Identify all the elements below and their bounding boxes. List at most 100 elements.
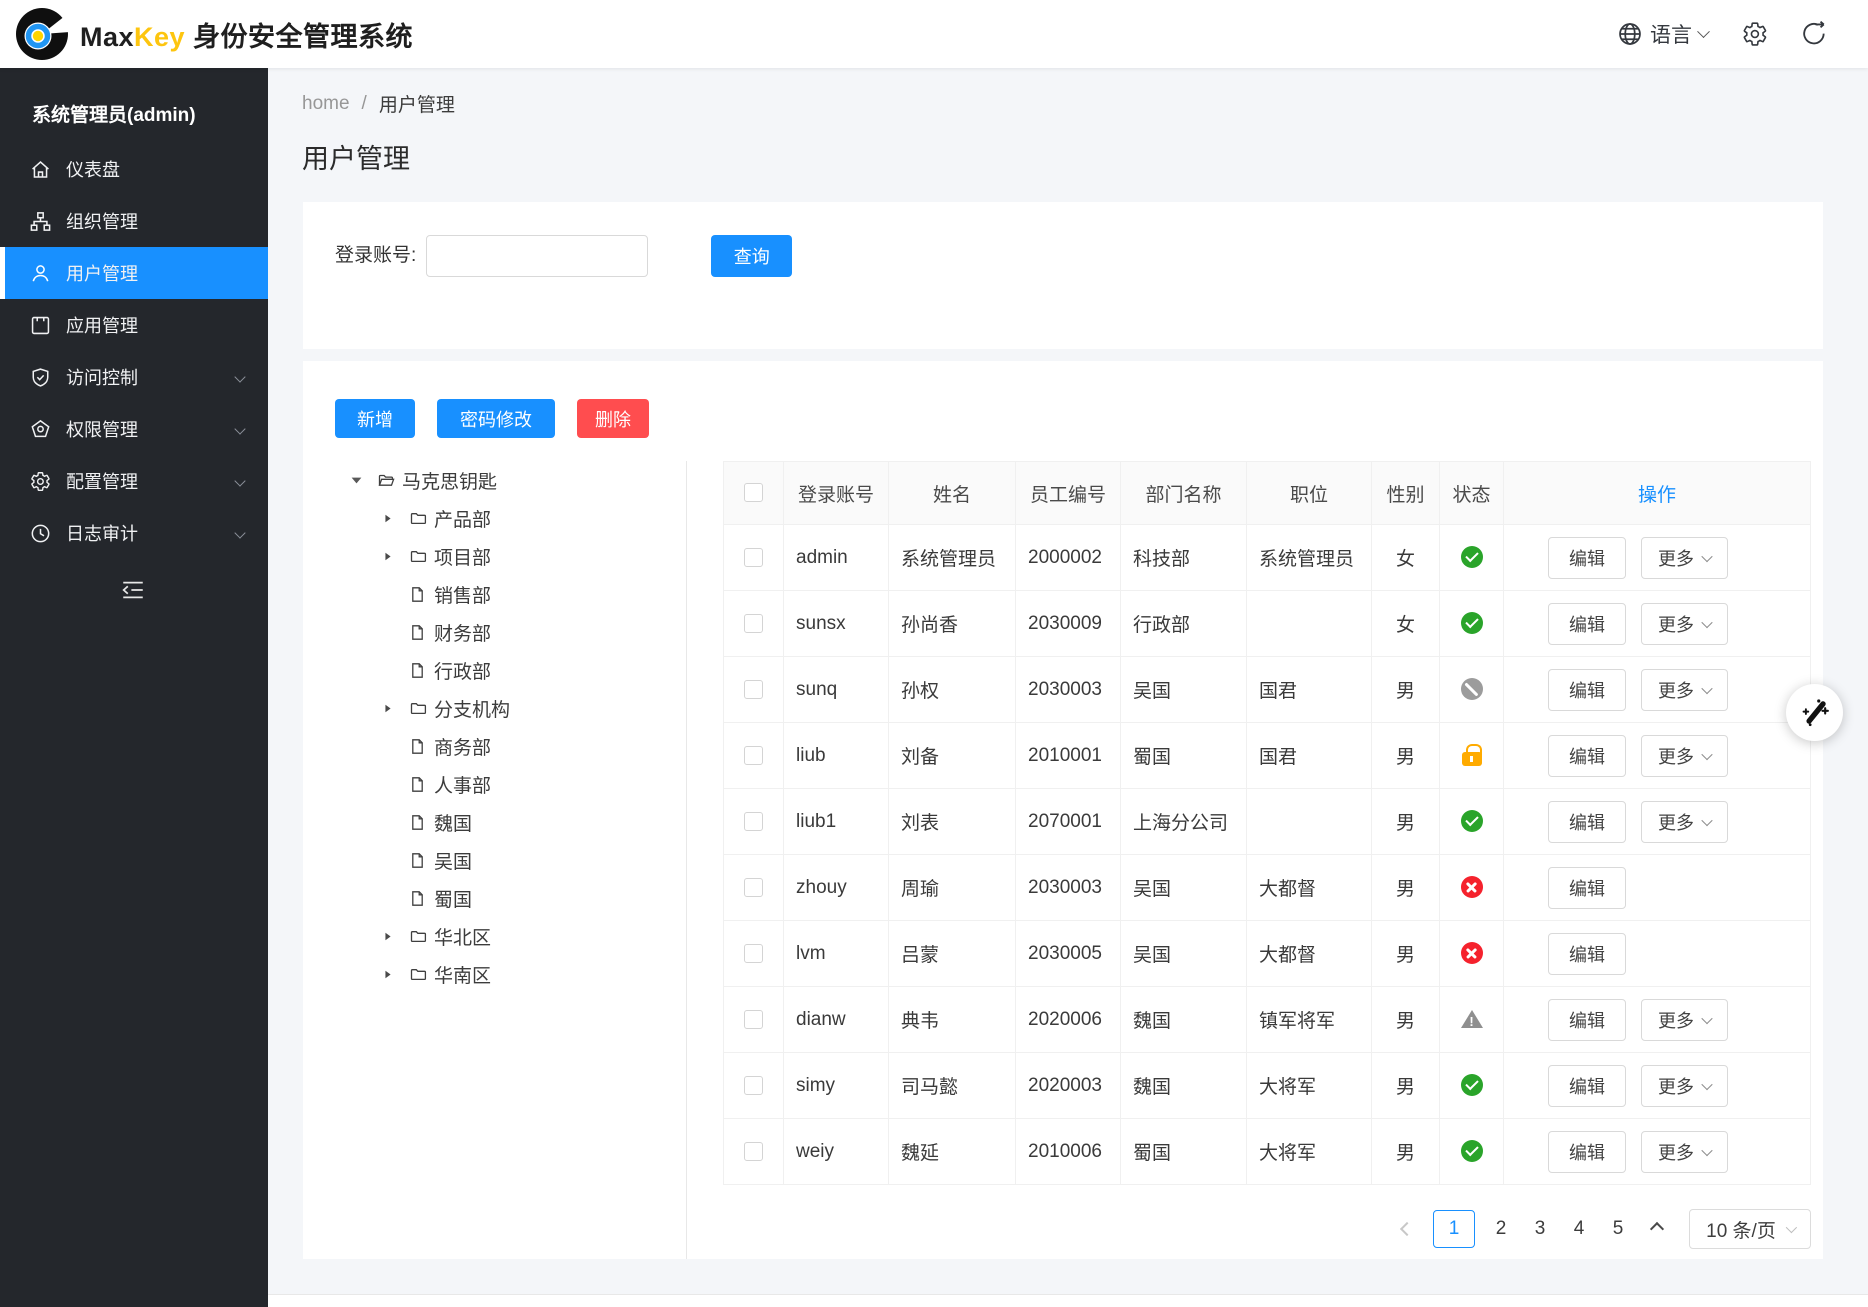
more-button[interactable]: 更多: [1641, 1131, 1728, 1173]
sidebar-item-organizations[interactable]: 组织管理: [0, 195, 268, 247]
cell-position: [1247, 591, 1372, 657]
tree-node[interactable]: 吴国: [303, 841, 686, 879]
tree-node[interactable]: 财务部: [303, 613, 686, 651]
pagination: 1 2 3 4 5 10 条/页: [723, 1209, 1811, 1249]
page-size-select[interactable]: 10 条/页: [1689, 1209, 1811, 1249]
cell-name: 司马懿: [889, 1053, 1016, 1119]
next-page-button[interactable]: [1644, 1210, 1670, 1248]
tree-node[interactable]: 商务部: [303, 727, 686, 765]
row-checkbox[interactable]: [744, 1010, 763, 1029]
row-checkbox[interactable]: [744, 746, 763, 765]
table-row: liub1 刘表 2070001 上海分公司 男 编辑更多: [724, 789, 1811, 855]
more-button[interactable]: 更多: [1641, 1065, 1728, 1107]
caret-down-icon[interactable]: [350, 472, 377, 488]
file-icon: [409, 889, 429, 907]
add-button[interactable]: 新增: [335, 399, 415, 438]
folder-icon: [409, 547, 429, 565]
row-checkbox[interactable]: [744, 944, 763, 963]
caret-right-icon[interactable]: [382, 966, 409, 982]
tree-node[interactable]: 华南区: [303, 955, 686, 993]
edit-button[interactable]: 编辑: [1548, 735, 1626, 777]
page-button-2[interactable]: 2: [1488, 1210, 1514, 1248]
more-button[interactable]: 更多: [1641, 999, 1728, 1041]
row-checkbox[interactable]: [744, 1076, 763, 1095]
tree-node[interactable]: 蜀国: [303, 879, 686, 917]
edit-button[interactable]: 编辑: [1548, 669, 1626, 711]
row-checkbox[interactable]: [744, 812, 763, 831]
tree-node[interactable]: 马克思钥匙: [303, 461, 686, 499]
select-all-checkbox[interactable]: [744, 483, 763, 502]
change-password-button[interactable]: 密码修改: [437, 399, 555, 438]
caret-right-icon[interactable]: [382, 510, 409, 526]
caret-spacer: [382, 776, 409, 792]
edit-button[interactable]: 编辑: [1548, 801, 1626, 843]
cell-department: 吴国: [1121, 855, 1247, 921]
tree-node[interactable]: 华北区: [303, 917, 686, 955]
cell-name: 典韦: [889, 987, 1016, 1053]
login-account-input[interactable]: [426, 235, 648, 277]
cell-department: 上海分公司: [1121, 789, 1247, 855]
row-checkbox[interactable]: [744, 680, 763, 699]
sidebar-item-dashboard[interactable]: 仪表盘: [0, 143, 268, 195]
sidebar-item-permissions[interactable]: 权限管理: [0, 403, 268, 455]
tree-node[interactable]: 产品部: [303, 499, 686, 537]
cell-gender: 男: [1372, 657, 1440, 723]
language-menu[interactable]: 语言: [1617, 19, 1708, 49]
edit-button[interactable]: 编辑: [1548, 1131, 1626, 1173]
page-button-5[interactable]: 5: [1605, 1210, 1631, 1248]
tree-node[interactable]: 行政部: [303, 651, 686, 689]
sidebar-item-access-control[interactable]: 访问控制: [0, 351, 268, 403]
delete-button[interactable]: 删除: [577, 399, 649, 438]
more-button[interactable]: 更多: [1641, 537, 1728, 579]
edit-button[interactable]: 编辑: [1548, 537, 1626, 579]
more-button[interactable]: 更多: [1641, 735, 1728, 777]
more-button[interactable]: 更多: [1641, 801, 1728, 843]
edit-button[interactable]: 编辑: [1548, 999, 1626, 1041]
edit-button[interactable]: 编辑: [1548, 867, 1626, 909]
more-button[interactable]: 更多: [1641, 603, 1728, 645]
folder-icon: [409, 699, 429, 717]
floating-wand-button[interactable]: [1786, 684, 1843, 741]
caret-right-icon[interactable]: [382, 928, 409, 944]
query-button[interactable]: 查询: [711, 235, 792, 277]
edit-button[interactable]: 编辑: [1548, 933, 1626, 975]
edit-button[interactable]: 编辑: [1548, 603, 1626, 645]
sidebar-item-users[interactable]: 用户管理: [0, 247, 268, 299]
cell-account: sunsx: [784, 591, 889, 657]
page-button-3[interactable]: 3: [1527, 1210, 1553, 1248]
status-active-icon: [1461, 1074, 1483, 1096]
caret-right-icon[interactable]: [382, 700, 409, 716]
sidebar-item-configuration[interactable]: 配置管理: [0, 455, 268, 507]
sidebar-collapse-toggle[interactable]: [0, 569, 268, 611]
row-checkbox[interactable]: [744, 1142, 763, 1161]
users-table: 登录账号 姓名 员工编号 部门名称 职位 性别 状态 操作: [723, 461, 1811, 1185]
page-button-4[interactable]: 4: [1566, 1210, 1592, 1248]
prev-page-button[interactable]: [1394, 1210, 1420, 1248]
breadcrumb-home-link[interactable]: home: [302, 93, 350, 115]
more-button[interactable]: 更多: [1641, 669, 1728, 711]
tree-node[interactable]: 分支机构: [303, 689, 686, 727]
row-checkbox[interactable]: [744, 878, 763, 897]
cell-department: 吴国: [1121, 921, 1247, 987]
row-checkbox[interactable]: [744, 614, 763, 633]
edit-button[interactable]: 编辑: [1548, 1065, 1626, 1107]
caret-right-icon[interactable]: [382, 548, 409, 564]
sidebar-item-applications[interactable]: 应用管理: [0, 299, 268, 351]
breadcrumb-current: 用户管理: [379, 90, 455, 117]
tree-node[interactable]: 项目部: [303, 537, 686, 575]
logout-icon[interactable]: [1802, 21, 1828, 47]
cell-account: lvm: [784, 921, 889, 987]
language-label: 语言: [1650, 19, 1692, 49]
tree-node[interactable]: 销售部: [303, 575, 686, 613]
tree-node[interactable]: 人事部: [303, 765, 686, 803]
chevron-down-icon: [1701, 814, 1712, 825]
page-button-1[interactable]: 1: [1433, 1210, 1475, 1248]
tree-node[interactable]: 魏国: [303, 803, 686, 841]
sidebar-item-audit-logs[interactable]: 日志审计: [0, 507, 268, 559]
chevron-down-icon: [1786, 1222, 1797, 1233]
cell-employee-id: 2010006: [1016, 1119, 1121, 1185]
folder-open-icon: [377, 471, 397, 489]
table-row: liub 刘备 2010001 蜀国 国君 男 编辑更多: [724, 723, 1811, 789]
row-checkbox[interactable]: [744, 548, 763, 567]
settings-gear-icon[interactable]: [1742, 21, 1768, 47]
